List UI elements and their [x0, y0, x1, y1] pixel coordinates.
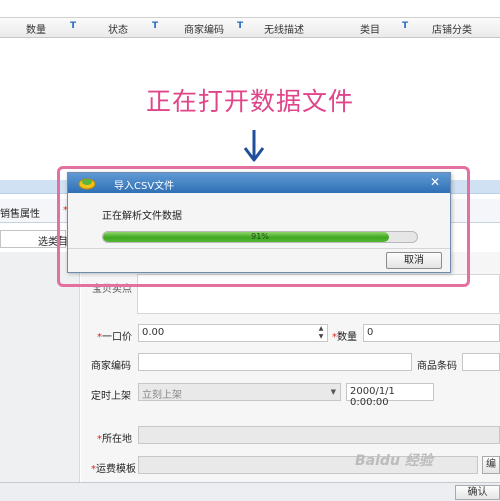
label-price: *一口价: [97, 332, 132, 343]
dialog-titlebar[interactable]: 导入CSV文件 ✕: [68, 173, 450, 193]
stepper-down-icon[interactable]: ▼: [316, 333, 326, 341]
bottom-bar: [0, 482, 500, 501]
label-schedule: 定时上架: [91, 391, 131, 402]
filter-icon[interactable]: T: [152, 21, 158, 31]
label-barcode: 商品条码: [417, 361, 457, 372]
column-quantity[interactable]: 数量: [26, 21, 46, 36]
grid-column-header: 数量 T 状态 T 商家编码 T 无线描述 类目 T 店铺分类: [0, 17, 500, 38]
left-panel: [0, 252, 80, 501]
column-merchant-code[interactable]: 商家编码: [184, 21, 224, 36]
column-shop-category[interactable]: 店铺分类: [432, 21, 472, 36]
dialog-separator: [68, 248, 450, 249]
close-icon[interactable]: ✕: [430, 175, 440, 189]
dialog-body: 正在解析文件数据 91% 取消: [68, 193, 450, 272]
chevron-down-icon: ▼: [330, 388, 336, 396]
column-wireless-desc[interactable]: 无线描述: [264, 21, 304, 36]
label-merchant-code: 商家编码: [91, 361, 131, 372]
cancel-button[interactable]: 取消: [386, 252, 442, 269]
location-input[interactable]: [138, 426, 500, 444]
progress-bar: 91%: [102, 231, 418, 243]
arrow-down-icon: [243, 130, 265, 162]
watermark: Baidu 经验: [355, 453, 433, 469]
filter-icon[interactable]: T: [237, 21, 243, 31]
barcode-input[interactable]: [462, 353, 500, 371]
schedule-select[interactable]: 立刻上架 ▼: [138, 383, 341, 401]
confirm-button[interactable]: 确认: [455, 485, 500, 500]
tab-sales-attributes[interactable]: 销售属性: [0, 205, 40, 220]
label-shipping-template: *运费模板: [91, 464, 136, 475]
merchant-code-input[interactable]: [138, 353, 412, 371]
app-logo-icon: [78, 178, 96, 190]
schedule-date-input[interactable]: 2000/1/1 0:00:00: [346, 383, 434, 408]
filter-icon[interactable]: T: [402, 21, 408, 31]
price-stepper[interactable]: ▲ ▼: [316, 325, 326, 341]
edit-button[interactable]: 编辑: [482, 456, 500, 474]
column-status[interactable]: 状态: [108, 21, 128, 36]
quantity-input[interactable]: 0: [363, 324, 500, 342]
price-input[interactable]: 0.00: [138, 324, 328, 342]
progress-text: 91%: [251, 232, 269, 241]
column-category[interactable]: 类目: [360, 21, 380, 36]
dialog-title: 导入CSV文件: [114, 181, 175, 192]
label-location: *所在地: [97, 434, 132, 445]
stepper-up-icon[interactable]: ▲: [316, 325, 326, 333]
dialog-message: 正在解析文件数据: [102, 211, 182, 222]
import-csv-dialog: 导入CSV文件 ✕ 正在解析文件数据 91% 取消: [67, 172, 451, 273]
annotation-title: 正在打开数据文件: [145, 87, 354, 116]
filter-icon[interactable]: T: [70, 21, 76, 31]
label-quantity: *数量: [332, 332, 357, 343]
